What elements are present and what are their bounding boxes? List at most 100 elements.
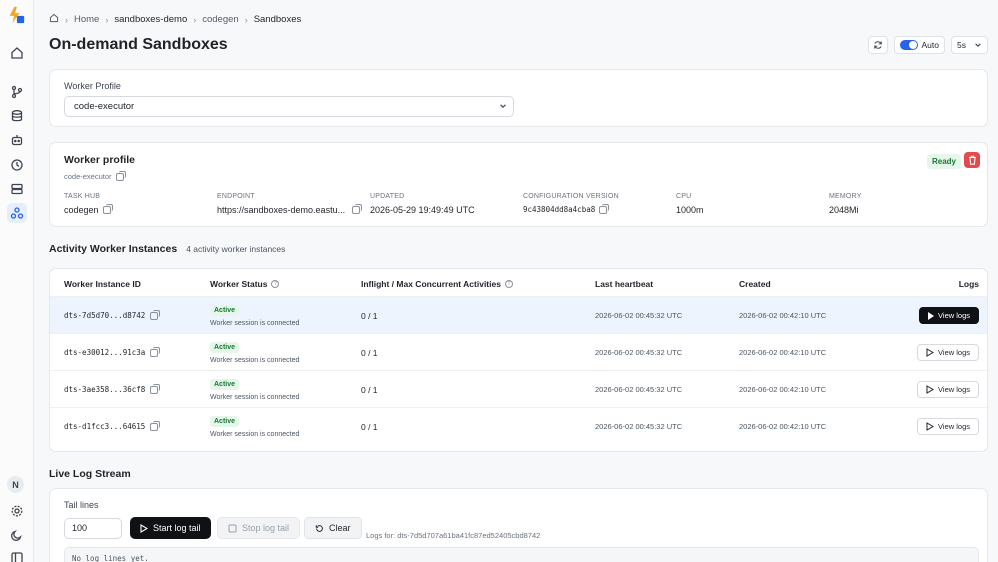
status-detail: Worker session is connected — [210, 393, 300, 401]
refresh-icon — [873, 41, 882, 49]
worker-profile-name: code-executor — [64, 170, 126, 181]
interval-select[interactable]: 5s — [951, 36, 988, 54]
avatar[interactable]: N — [7, 476, 24, 493]
delete-button[interactable] — [964, 152, 980, 168]
view-logs-label: View logs — [938, 385, 970, 394]
database-icon[interactable] — [7, 106, 27, 126]
clock-icon[interactable] — [7, 155, 27, 175]
copy-icon[interactable] — [102, 204, 113, 214]
col-header: Logs — [958, 279, 979, 289]
created-value: 2026-06-02 00:42:10 UTC — [739, 311, 827, 320]
help-icon[interactable]: ? — [504, 280, 513, 288]
view-logs-button[interactable]: View logs — [917, 344, 979, 361]
tail-lines-input[interactable]: 100 — [64, 518, 122, 539]
meta-memory: MEMORY 2048Mi — [829, 193, 862, 215]
meta-task-hub: TASK HUB codegen — [64, 193, 113, 215]
heartbeat-value: 2026-06-02 00:45:32 UTC — [595, 311, 683, 320]
col-header: Last heartbeat — [595, 279, 654, 289]
meta-value: 1000m — [676, 205, 704, 215]
clear-button[interactable]: Clear — [304, 517, 362, 539]
created-value: 2026-06-02 00:42:10 UTC — [739, 422, 827, 431]
sandboxes-icon[interactable] — [7, 203, 27, 223]
play-icon — [926, 422, 935, 431]
breadcrumb-project[interactable]: codegen — [202, 14, 238, 25]
copy-icon[interactable] — [150, 420, 161, 431]
table-row[interactable]: dts-3ae358...36cf8 Active Worker session … — [50, 370, 987, 407]
logs-cell: View logs — [917, 371, 979, 408]
col-header-label: Inflight / Max Concurrent Activities — [361, 279, 501, 289]
worker-status: Active Worker session is connected — [210, 297, 299, 334]
stop-log-tail-button[interactable]: Stop log tail — [217, 517, 301, 539]
endpoint-value: https://sandboxes-demo.eastu... — [217, 205, 346, 215]
logs-cell: View logs — [917, 334, 979, 371]
heartbeat-value: 2026-06-02 00:45:32 UTC — [595, 385, 683, 394]
worker-profile-title: Worker profile — [64, 154, 135, 166]
meta-key: CPU — [676, 193, 692, 200]
table-row[interactable]: dts-7d5d70...d8742 Active Worker session … — [50, 296, 987, 333]
copy-icon[interactable] — [352, 204, 363, 214]
profile-name-text: code-executor — [64, 172, 112, 181]
meta-value: 9c43804dd8a4cba8 — [523, 203, 619, 214]
live-log-card: Tail lines 100 Start log tail Stop log t… — [49, 488, 988, 562]
instances-table: Worker Instance ID Worker Status? Inflig… — [49, 268, 988, 452]
copy-icon[interactable] — [150, 346, 161, 357]
instance-count: 4 activity worker instances — [186, 244, 286, 254]
meta-key: ENDPOINT — [217, 193, 255, 200]
col-header-label: Worker Status — [210, 279, 268, 289]
live-log-header: Live Log Stream — [49, 468, 131, 480]
start-label: Start log tail — [153, 523, 201, 533]
refresh-button[interactable] — [867, 36, 888, 54]
main-content: › Home › sandboxes-demo › codegen › Sand… — [34, 0, 998, 562]
meta-key: UPDATED — [370, 193, 405, 200]
created-value: 2026-06-02 00:42:10 UTC — [739, 385, 827, 394]
table-row[interactable]: dts-d1fcc3...64615 Active Worker session … — [50, 407, 987, 444]
auto-refresh-toggle[interactable]: Auto — [893, 36, 946, 54]
git-branch-icon[interactable] — [7, 82, 27, 102]
table-row[interactable]: dts-e30012...91c3a Active Worker session … — [50, 333, 987, 370]
copy-icon[interactable] — [599, 203, 610, 214]
home-icon[interactable] — [49, 13, 59, 26]
instance-id: dts-e30012...91c3a — [64, 334, 161, 371]
breadcrumb: › Home › sandboxes-demo › codegen › Sand… — [49, 13, 301, 26]
view-logs-label: View logs — [938, 311, 970, 320]
section-title: Live Log Stream — [49, 468, 131, 480]
worker-status: Active Worker session is connected — [210, 408, 299, 445]
gear-icon[interactable] — [7, 501, 27, 521]
chevron-right-icon: › — [65, 14, 68, 25]
worker-profile-select[interactable]: code-executor — [64, 96, 514, 117]
server-icon[interactable] — [7, 179, 27, 199]
toggle-switch[interactable] — [899, 40, 918, 50]
selected-profile: code-executor — [74, 101, 135, 112]
meta-value: 2026-05-29 19:49:49 UTC — [370, 205, 475, 215]
meta-endpoint: ENDPOINT https://sandboxes-demo.eastu... — [217, 193, 363, 215]
inflight-value: 0 / 1 — [361, 347, 378, 358]
copy-icon[interactable] — [150, 309, 161, 320]
copy-icon[interactable] — [115, 170, 126, 181]
col-header: Inflight / Max Concurrent Activities? — [361, 279, 513, 289]
chevron-right-icon: › — [244, 14, 248, 25]
instance-id-text: dts-e30012...91c3a — [64, 348, 146, 357]
instance-id: dts-7d5d70...d8742 — [64, 297, 161, 334]
view-logs-button[interactable]: View logs — [917, 418, 979, 435]
breadcrumb-current: Sandboxes — [253, 14, 302, 25]
view-logs-button[interactable]: View logs — [917, 381, 979, 398]
start-log-tail-button[interactable]: Start log tail — [130, 517, 211, 539]
instance-id: dts-3ae358...36cf8 — [64, 371, 161, 408]
meta-key: MEMORY — [829, 193, 862, 200]
panel-icon[interactable] — [7, 548, 27, 562]
status-detail: Worker session is connected — [210, 319, 300, 327]
bot-icon[interactable] — [7, 130, 27, 150]
moon-icon[interactable] — [7, 525, 27, 545]
breadcrumb-home[interactable]: Home — [74, 14, 99, 25]
worker-profile-card: Worker profile code-executor Ready TASK … — [49, 142, 988, 227]
created-value: 2026-06-02 00:42:10 UTC — [739, 348, 827, 357]
app-logo-icon[interactable] — [5, 4, 27, 26]
play-icon — [140, 523, 148, 533]
home-icon[interactable] — [7, 43, 27, 63]
status-detail: Worker session is connected — [210, 356, 300, 364]
help-icon[interactable]: ? — [271, 280, 280, 288]
inflight-value: 0 / 1 — [361, 310, 378, 321]
copy-icon[interactable] — [150, 383, 161, 394]
view-logs-button[interactable]: View logs — [919, 307, 979, 324]
breadcrumb-org[interactable]: sandboxes-demo — [114, 14, 187, 25]
